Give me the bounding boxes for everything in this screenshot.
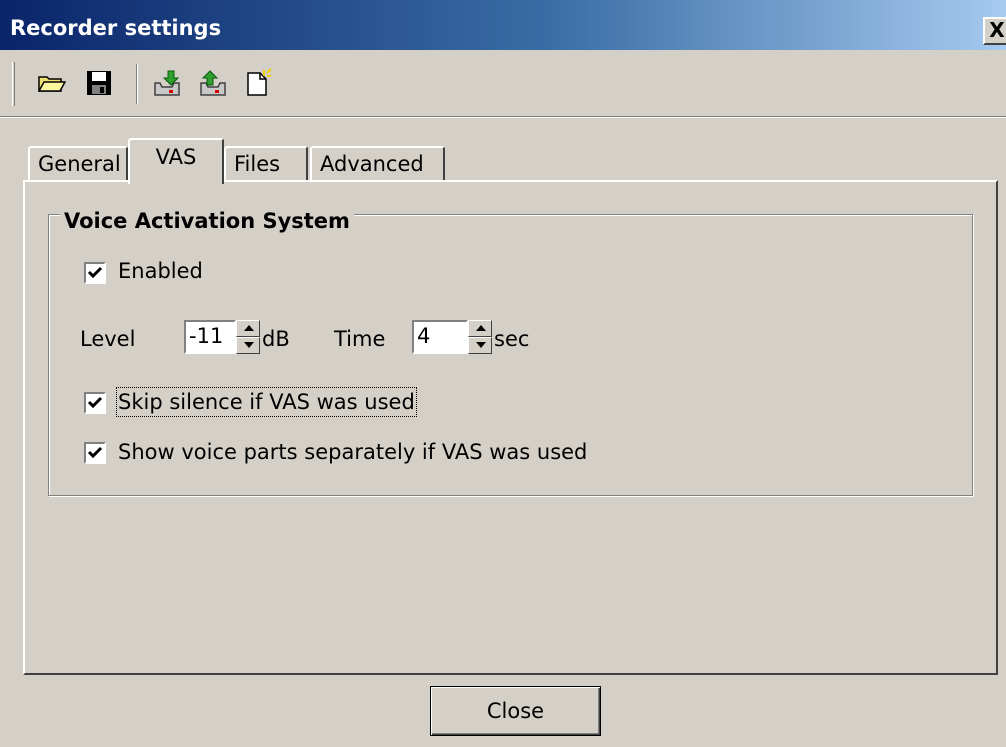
enabled-checkbox[interactable]	[84, 262, 106, 284]
enabled-label[interactable]: Enabled	[118, 258, 203, 284]
export-button[interactable]	[196, 66, 230, 100]
close-button[interactable]: Close	[430, 686, 601, 736]
time-up-button[interactable]	[468, 320, 492, 337]
toolbar-separator	[136, 64, 138, 104]
skip-silence-label[interactable]: Skip silence if VAS was used	[116, 387, 417, 417]
open-button[interactable]	[34, 66, 68, 100]
time-unit: sec	[494, 327, 530, 351]
arrow-down-icon	[244, 342, 254, 348]
arrow-up-icon	[244, 325, 254, 331]
checkmark-icon	[87, 446, 103, 459]
window-close-button[interactable]: X	[983, 17, 1006, 45]
import-icon	[154, 70, 180, 96]
new-button[interactable]	[240, 66, 274, 100]
export-icon	[200, 70, 226, 96]
group-title: Voice Activation System	[60, 208, 354, 234]
new-document-icon	[247, 68, 272, 96]
level-down-button[interactable]	[236, 337, 260, 354]
import-button[interactable]	[150, 66, 184, 100]
level-unit: dB	[262, 327, 290, 351]
level-stepper[interactable]	[236, 320, 260, 354]
tab-files[interactable]: Files	[224, 146, 308, 182]
level-label: Level	[80, 327, 136, 351]
checkmark-icon	[87, 266, 103, 279]
arrow-down-icon	[476, 342, 486, 348]
open-folder-icon	[37, 76, 66, 92]
time-stepper[interactable]	[468, 320, 492, 354]
window-title: Recorder settings	[10, 16, 222, 40]
show-voice-parts-checkbox[interactable]	[84, 442, 106, 464]
skip-silence-checkbox[interactable]	[84, 392, 106, 414]
level-input[interactable]: -11	[184, 320, 236, 354]
save-disk-icon	[87, 71, 111, 95]
tab-advanced[interactable]: Advanced	[310, 146, 445, 182]
time-input[interactable]: 4	[412, 320, 468, 354]
toolbar-divider	[0, 116, 1006, 118]
title-bar: Recorder settings	[0, 0, 1006, 50]
time-label: Time	[334, 327, 386, 351]
arrow-up-icon	[476, 325, 486, 331]
tab-vas[interactable]: VAS	[128, 138, 224, 184]
toolbar-grip	[12, 62, 15, 106]
level-up-button[interactable]	[236, 320, 260, 337]
tab-general[interactable]: General	[28, 146, 128, 182]
time-down-button[interactable]	[468, 337, 492, 354]
checkmark-icon	[87, 396, 103, 409]
show-voice-parts-label[interactable]: Show voice parts separately if VAS was u…	[118, 439, 587, 465]
save-button[interactable]	[82, 66, 116, 100]
